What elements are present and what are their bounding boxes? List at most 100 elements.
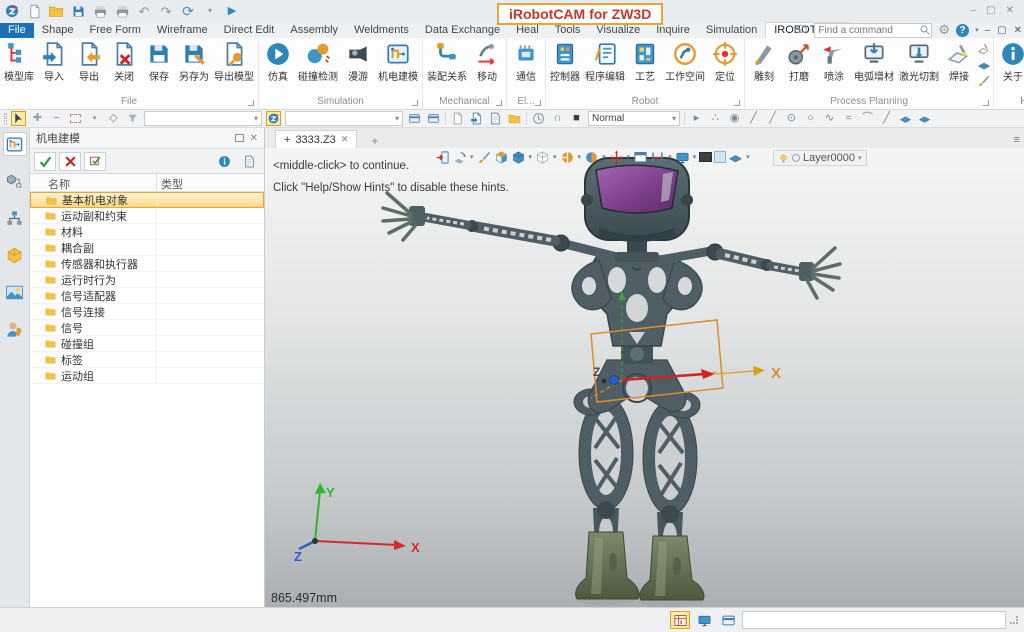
grid-swatch-icon[interactable] — [714, 149, 726, 165]
marquee-caret-icon[interactable]: ▾ — [87, 111, 102, 126]
select-cursor-icon[interactable] — [11, 111, 26, 126]
panel-note-button[interactable] — [238, 152, 260, 171]
undo-icon[interactable]: ↶ — [136, 3, 152, 19]
brush-mini-icon[interactable] — [977, 74, 991, 88]
display-monitor-icon[interactable] — [675, 149, 690, 165]
dialog-launcher-icon[interactable] — [734, 100, 740, 106]
panel-close-icon[interactable]: ✕ — [250, 133, 258, 144]
dock-assembly-tree-icon[interactable] — [3, 169, 27, 193]
tab-weldments[interactable]: Weldments — [346, 23, 417, 38]
ribbon-button-export[interactable]: 导出 — [72, 40, 106, 84]
sketch-tool-2-icon[interactable]: ◉ — [727, 111, 742, 126]
dialog-launcher-icon[interactable] — [248, 100, 254, 106]
mode-combo[interactable]: Normal▾ — [588, 111, 680, 126]
dock-hierarchy-icon[interactable] — [3, 206, 27, 230]
list-view-icon[interactable] — [407, 111, 422, 126]
context-combo[interactable]: ▾ — [285, 111, 403, 126]
print-icon[interactable] — [92, 3, 108, 19]
tree-row[interactable]: 运动组 — [30, 368, 264, 384]
ribbon-button-save-as[interactable]: 另存为 — [177, 40, 211, 84]
maximize-icon[interactable]: ▢ — [986, 6, 995, 16]
tab-wireframe[interactable]: Wireframe — [149, 23, 216, 38]
tree-row[interactable]: 运行时行为 — [30, 272, 264, 288]
dock-visual-icon[interactable] — [3, 243, 27, 267]
plane-tool-2-icon[interactable] — [917, 111, 932, 126]
ribbon-button-close[interactable]: 关闭 — [107, 40, 141, 84]
zw-context-icon[interactable] — [266, 111, 281, 126]
clip-view-icon[interactable] — [650, 149, 665, 165]
ribbon-button-spray[interactable]: 喷涂 — [817, 40, 851, 84]
sketch-tool-7-icon[interactable]: ∿ — [822, 111, 837, 126]
ribbon-button-move[interactable]: 移动 — [470, 40, 504, 84]
resize-grip[interactable] — [1010, 616, 1018, 624]
dock-mechatronic-icon[interactable] — [3, 132, 27, 156]
ribbon-button-polish[interactable]: 打磨 — [782, 40, 816, 84]
color-swatch-icon[interactable]: ■ — [569, 111, 584, 126]
tab-simulation[interactable]: Simulation — [698, 23, 765, 38]
open-file-icon[interactable] — [48, 3, 64, 19]
filter-icon[interactable] — [125, 111, 140, 126]
tree-row[interactable]: 材料 — [30, 224, 264, 240]
help-icon[interactable]: ? — [956, 24, 969, 37]
ribbon-button-workspace[interactable]: 工作空间 — [663, 40, 707, 84]
tree-row[interactable]: 碰撞组 — [30, 336, 264, 352]
doc-tool-2-icon[interactable] — [469, 111, 484, 126]
dock-render-icon[interactable] — [3, 280, 27, 304]
lasso-icon[interactable]: ∩ — [550, 111, 565, 126]
remove-select-icon[interactable]: − — [49, 111, 64, 126]
tab-free-form[interactable]: Free Form — [82, 23, 149, 38]
ribbon-button-assembly-relation[interactable]: 装配关系 — [425, 40, 469, 84]
help-caret-icon[interactable]: ▾ — [975, 26, 979, 34]
marquee-select-icon[interactable] — [68, 111, 83, 126]
ribbon-button-program-edit[interactable]: 程序编辑 — [583, 40, 627, 84]
tab-heal[interactable]: Heal — [508, 23, 547, 38]
doc-close-icon[interactable]: ✕ — [1014, 25, 1022, 36]
command-search-input[interactable] — [815, 25, 919, 36]
orient-view-icon[interactable] — [452, 149, 467, 165]
sketch-tool-5-icon[interactable]: ⊙ — [784, 111, 799, 126]
status-input[interactable] — [742, 611, 1006, 629]
ribbon-button-engrave[interactable]: 雕刻 — [747, 40, 781, 84]
confirm-button[interactable] — [34, 152, 56, 171]
tab-close-icon[interactable]: ✕ — [341, 134, 349, 145]
play-icon[interactable]: ▶ — [224, 3, 240, 19]
tab-inquire[interactable]: Inquire — [648, 23, 698, 38]
wireframe-cube-icon[interactable] — [535, 149, 550, 165]
tab-data-exchange[interactable]: Data Exchange — [417, 23, 508, 38]
ribbon-button-weld[interactable]: 焊接 — [942, 40, 976, 84]
qat-caret-icon[interactable]: ▾ — [202, 3, 218, 19]
column-name[interactable]: 名称 — [30, 174, 157, 191]
new-tab-button[interactable]: + — [367, 134, 382, 148]
tree-row[interactable]: 信号连接 — [30, 304, 264, 320]
ribbon-button-arc-additive[interactable]: 电弧增材 — [852, 40, 896, 84]
detail-view-icon[interactable] — [426, 111, 441, 126]
cancel-button[interactable] — [59, 152, 81, 171]
column-type[interactable]: 类型 — [157, 174, 264, 191]
sketch-tool-1-icon[interactable]: ∴ — [708, 111, 723, 126]
doc-restore-icon[interactable]: ▢ — [997, 25, 1006, 36]
dialog-launcher-icon[interactable] — [983, 100, 989, 106]
ribbon-button-save[interactable]: 保存 — [142, 40, 176, 84]
ribbon-button-laser-cut[interactable]: 激光切割 — [897, 40, 941, 84]
dock-user-icon[interactable] — [3, 317, 27, 341]
ribbon-button-mechatronic-modeling[interactable]: 机电建模 — [376, 40, 420, 84]
sketch-tool-3-icon[interactable]: ╱ — [746, 111, 761, 126]
shaded-cube-icon[interactable] — [511, 149, 526, 165]
sketch-tool-4-icon[interactable]: ╱ — [765, 111, 780, 126]
dialog-launcher-icon[interactable] — [496, 100, 502, 106]
ribbon-button-export-model[interactable]: 导出模型 — [212, 40, 256, 84]
ribbon-button-walkthrough[interactable]: 漫游 — [341, 40, 375, 84]
tree-row[interactable]: 运动副和约束 — [30, 208, 264, 224]
ribbon-button-collision-check[interactable]: 碰撞检测 — [296, 40, 340, 84]
doc-tool-4-icon[interactable] — [507, 111, 522, 126]
panel-info-button[interactable] — [213, 152, 235, 171]
toolbar-grip[interactable] — [4, 113, 7, 125]
sketch-tool-10-icon[interactable]: ╱ — [879, 111, 894, 126]
doc-tool-3-icon[interactable] — [488, 111, 503, 126]
minimize-icon[interactable]: – — [971, 6, 977, 16]
plot-icon[interactable] — [114, 3, 130, 19]
new-file-icon[interactable] — [26, 3, 42, 19]
ribbon-button-controller[interactable]: 控制器 — [548, 40, 582, 84]
cloud-icon[interactable] — [794, 23, 808, 37]
weld-mini-icon[interactable] — [977, 42, 991, 56]
